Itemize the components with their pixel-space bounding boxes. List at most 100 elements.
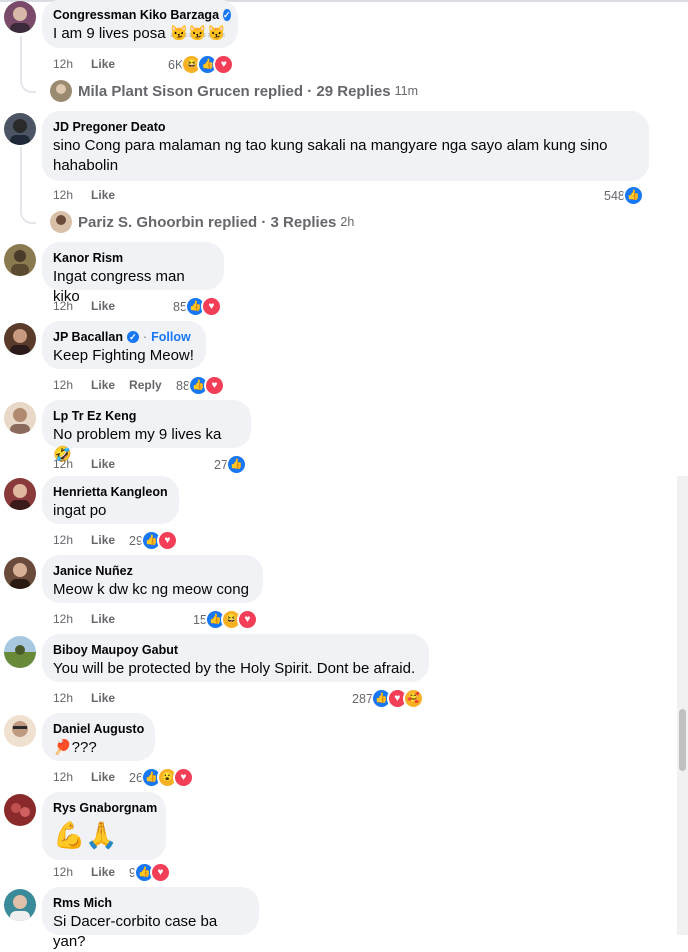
comment-time[interactable]: 12h bbox=[53, 691, 73, 705]
replies-label[interactable]: Mila Plant Sison Grucen replied · 29 Rep… bbox=[78, 83, 391, 100]
comment-time[interactable]: 12h bbox=[53, 57, 73, 71]
avatar[interactable] bbox=[4, 402, 36, 434]
commenter-name[interactable]: Biboy Maupoy Gabut bbox=[53, 642, 178, 658]
comment-text: Keep Fighting Meow! bbox=[53, 347, 194, 364]
avatar[interactable] bbox=[4, 889, 36, 921]
comment-bubble: Rys Gnaborgnam 💪🙏 bbox=[42, 792, 166, 860]
comment-actions: 12h Like bbox=[53, 533, 115, 547]
reaction-summary[interactable]: 548 👍 bbox=[604, 185, 644, 206]
like-button[interactable]: Like bbox=[91, 57, 115, 71]
verified-badge-icon: ✓ bbox=[126, 331, 139, 343]
comment-time[interactable]: 12h bbox=[53, 378, 73, 392]
follow-button[interactable]: Follow bbox=[151, 329, 191, 345]
comment-text: 🏓??? bbox=[53, 739, 97, 756]
reaction-summary[interactable]: 15 👍 😆 ♥ bbox=[193, 609, 258, 630]
like-button[interactable]: Like bbox=[91, 865, 115, 879]
reaction-count: 287 bbox=[352, 691, 373, 706]
comment-bubble: Daniel Augusto 🏓??? bbox=[42, 713, 155, 761]
avatar[interactable] bbox=[4, 478, 36, 510]
thread-line bbox=[20, 147, 36, 224]
reaction-summary[interactable]: 85 👍 ♥ bbox=[173, 296, 222, 317]
comment-text: I am 9 lives posa 😼😼😼 bbox=[53, 25, 226, 42]
like-button[interactable]: Like bbox=[91, 612, 115, 626]
comment-text: sino Cong para malaman ng tao kung sakal… bbox=[53, 137, 608, 174]
view-replies-link[interactable]: Pariz S. Ghoorbin replied · 3 Replies 2h bbox=[50, 211, 354, 233]
replies-label[interactable]: Pariz S. Ghoorbin replied · 3 Replies bbox=[78, 214, 336, 231]
heart-reaction-icon: ♥ bbox=[172, 767, 194, 788]
comment-time[interactable]: 12h bbox=[53, 188, 73, 202]
comment-actions: 12h Like bbox=[53, 457, 115, 471]
comment-bubble: Kanor Rism Ingat congress man kiko bbox=[42, 242, 224, 305]
comment-time[interactable]: 12h bbox=[53, 299, 73, 313]
commenter-name[interactable]: Rys Gnaborgnam bbox=[53, 800, 157, 816]
comment-time[interactable]: 12h bbox=[53, 457, 73, 471]
reaction-summary[interactable]: 88 👍 ♥ bbox=[176, 375, 225, 396]
commenter-name[interactable]: Janice Nuñez bbox=[53, 563, 133, 579]
commenter-name[interactable]: Rms Mich bbox=[53, 895, 112, 911]
reaction-summary[interactable]: 27 👍 bbox=[214, 454, 247, 475]
thread-line bbox=[20, 36, 36, 93]
heart-reaction-icon: ♥ bbox=[156, 530, 178, 551]
comment-actions: 12h Like bbox=[53, 57, 115, 71]
commenter-name[interactable]: Lp Tr Ez Keng bbox=[53, 408, 136, 424]
like-reaction-icon: 👍 bbox=[622, 185, 644, 206]
comment-text: 💪🙏 bbox=[53, 820, 118, 850]
commenter-name[interactable]: Kanor Rism bbox=[53, 250, 123, 266]
comment-time[interactable]: 12h bbox=[53, 865, 73, 879]
scrollbar-thumb[interactable] bbox=[679, 709, 686, 771]
reaction-summary[interactable]: 26 👍 😮 ♥ bbox=[129, 767, 194, 788]
avatar bbox=[50, 80, 72, 102]
separator-dot: · bbox=[142, 330, 148, 344]
like-button[interactable]: Like bbox=[91, 533, 115, 547]
replies-time: 11m bbox=[394, 84, 418, 98]
comment-actions: 12h Like bbox=[53, 691, 115, 705]
avatar[interactable] bbox=[4, 557, 36, 589]
avatar[interactable] bbox=[4, 715, 36, 747]
like-button[interactable]: Like bbox=[91, 188, 115, 202]
comment-bubble: JD Pregoner Deato sino Cong para malaman… bbox=[42, 111, 649, 181]
comment-time[interactable]: 12h bbox=[53, 533, 73, 547]
avatar[interactable] bbox=[4, 1, 36, 33]
comment-actions: 12h Like bbox=[53, 612, 115, 626]
comment-bubble: Rms Mich Si Dacer-corbito case ba yan? bbox=[42, 887, 259, 950]
verified-badge-icon: ✓ bbox=[223, 9, 231, 21]
comment-actions: 12h Like bbox=[53, 188, 115, 202]
comment-actions: 12h Like bbox=[53, 299, 115, 313]
heart-reaction-icon: ♥ bbox=[213, 54, 235, 75]
like-button[interactable]: Like bbox=[91, 770, 115, 784]
commenter-name[interactable]: JP Bacallan bbox=[53, 329, 123, 345]
avatar[interactable] bbox=[4, 636, 36, 668]
comment-text: Si Dacer-corbito case ba yan? bbox=[53, 913, 218, 950]
like-reaction-icon: 👍 bbox=[225, 454, 247, 475]
commenter-name[interactable]: Henrietta Kangleon bbox=[53, 484, 168, 500]
commenter-name[interactable]: JD Pregoner Deato bbox=[53, 119, 166, 135]
reaction-summary[interactable]: 287 👍 ♥ 🥰 bbox=[352, 688, 424, 709]
reaction-summary[interactable]: 29 👍 ♥ bbox=[129, 530, 178, 551]
comment-actions: 12h Like bbox=[53, 770, 115, 784]
like-button[interactable]: Like bbox=[91, 691, 115, 705]
comment-text: You will be protected by the Holy Spirit… bbox=[53, 660, 416, 677]
reply-button[interactable]: Reply bbox=[129, 378, 162, 392]
commenter-name[interactable]: Congressman Kiko Barzaga bbox=[53, 7, 219, 23]
reaction-summary[interactable]: 9 👍 ♥ bbox=[129, 862, 171, 883]
comment-time[interactable]: 12h bbox=[53, 770, 73, 784]
comment-time[interactable]: 12h bbox=[53, 612, 73, 626]
comment-text: Meow k dw kc ng meow cong bbox=[53, 581, 249, 598]
like-button[interactable]: Like bbox=[91, 299, 115, 313]
reaction-count: 548 bbox=[604, 188, 625, 203]
avatar[interactable] bbox=[4, 113, 36, 145]
reaction-summary[interactable]: 6K 😆 👍 ♥ bbox=[168, 54, 235, 75]
heart-reaction-icon: ♥ bbox=[149, 862, 171, 883]
like-button[interactable]: Like bbox=[91, 457, 115, 471]
care-reaction-icon: 🥰 bbox=[402, 688, 424, 709]
commenter-name[interactable]: Daniel Augusto bbox=[53, 721, 144, 737]
avatar[interactable] bbox=[4, 794, 36, 826]
like-button[interactable]: Like bbox=[91, 378, 115, 392]
scrollbar-track[interactable] bbox=[677, 476, 688, 935]
view-replies-link[interactable]: Mila Plant Sison Grucen replied · 29 Rep… bbox=[50, 80, 418, 102]
comment-bubble: Congressman Kiko Barzaga ✓ I am 9 lives p… bbox=[42, 0, 238, 48]
avatar[interactable] bbox=[4, 323, 36, 355]
replies-time: 2h bbox=[340, 215, 355, 229]
comment-bubble: Janice Nuñez Meow k dw kc ng meow cong bbox=[42, 555, 263, 603]
avatar[interactable] bbox=[4, 244, 36, 276]
